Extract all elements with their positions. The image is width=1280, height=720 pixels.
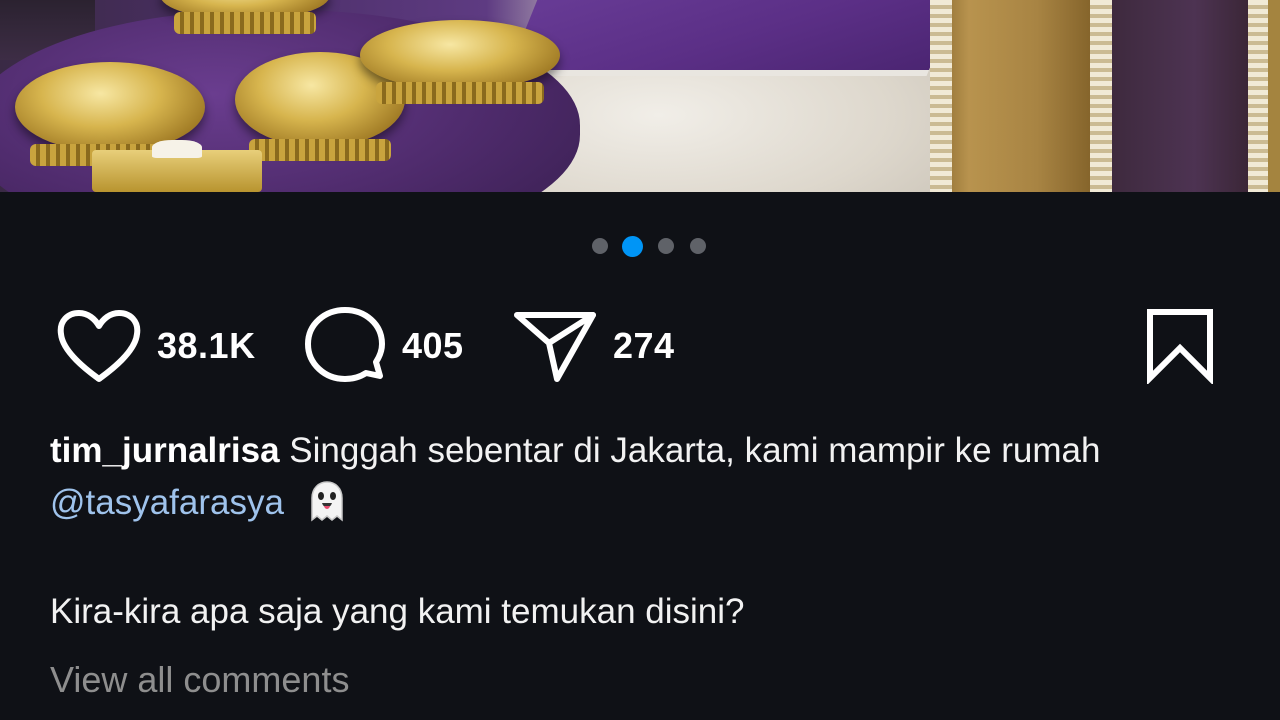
instagram-post: 38.1K 405 274 tim_jurnalrisa Singgah seb… xyxy=(0,0,1280,720)
caption-username[interactable]: tim_jurnalrisa xyxy=(50,431,280,470)
photo-dish xyxy=(15,62,205,166)
carousel-dot xyxy=(592,238,608,254)
view-all-comments-link[interactable]: View all comments xyxy=(50,654,349,706)
photo-trim xyxy=(930,0,952,192)
caption-question: Kira-kira apa saja yang kami temukan dis… xyxy=(50,592,745,631)
post-caption: tim_jurnalrisa Singgah sebentar di Jakar… xyxy=(50,425,1240,529)
comment-button[interactable]: 405 xyxy=(304,306,464,386)
photo-gold-panel xyxy=(935,0,1105,192)
photo-dish xyxy=(360,20,560,104)
save-button[interactable] xyxy=(1144,308,1216,389)
heart-icon xyxy=(57,310,141,382)
photo-trim xyxy=(1090,0,1112,192)
photo-tissue-box xyxy=(92,140,262,192)
carousel-dot xyxy=(658,238,674,254)
like-button[interactable]: 38.1K xyxy=(57,306,256,386)
bookmark-icon xyxy=(1147,309,1213,386)
paper-plane-icon xyxy=(514,312,596,382)
photo-rug xyxy=(506,0,974,76)
share-button[interactable]: 274 xyxy=(513,306,675,386)
post-photo[interactable] xyxy=(0,0,1280,192)
like-count[interactable]: 38.1K xyxy=(157,325,256,367)
photo-purple-panel xyxy=(1112,0,1250,192)
ghost-icon xyxy=(310,480,343,522)
caption-mention[interactable]: @tasyafarasya xyxy=(50,483,284,522)
carousel-dot-active xyxy=(622,236,643,257)
photo-gold-panel xyxy=(1268,0,1280,192)
comment-count: 405 xyxy=(402,325,464,366)
photo-dish xyxy=(160,0,330,34)
ghost-emoji xyxy=(304,478,350,524)
share-count: 274 xyxy=(613,325,675,366)
carousel-dot xyxy=(690,238,706,254)
comment-bubble-icon xyxy=(305,307,385,382)
photo-trim xyxy=(1248,0,1270,192)
caption-text: Singgah sebentar di Jakarta, kami mampir… xyxy=(289,431,1101,470)
